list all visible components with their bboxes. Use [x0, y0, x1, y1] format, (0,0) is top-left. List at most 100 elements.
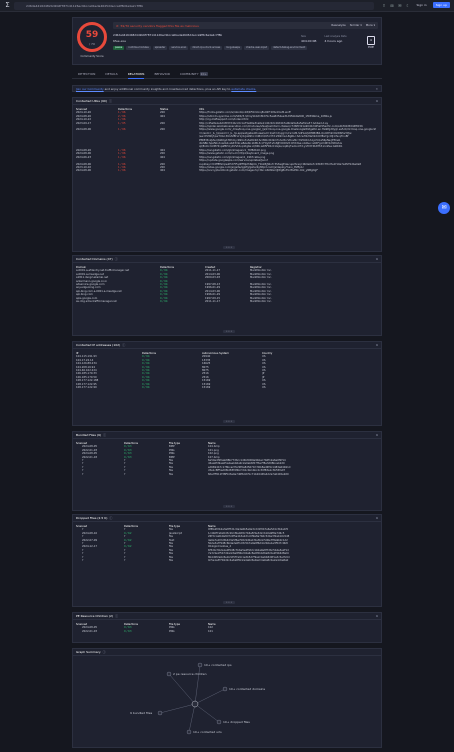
- graph-node-ips[interactable]: [197, 662, 203, 668]
- center-file-node[interactable]: [191, 700, 199, 708]
- load-more-button[interactable]: • • •: [223, 246, 235, 249]
- load-more-button[interactable]: • • •: [223, 420, 235, 423]
- table-row[interactable]: 2022-01-03 0 / 63 PNG 101: [73, 630, 381, 633]
- table-cell: 1 / 96: [118, 169, 126, 173]
- chat-bubble-button[interactable]: ✉: [438, 202, 450, 214]
- alert-icon: ⊘: [116, 23, 119, 28]
- load-more-button[interactable]: • • •: [223, 601, 235, 604]
- chat-icon[interactable]: ✉: [397, 3, 402, 8]
- automate-checks-link[interactable]: automate checks.: [231, 87, 256, 91]
- tag[interactable]: runtime-modules: [126, 46, 151, 50]
- detection-score: 59: [85, 30, 99, 40]
- join-text: and enjoy additional community insights …: [103, 87, 232, 91]
- size-label: Size: [301, 35, 306, 38]
- table-row[interactable]: 2024-08-06 1 / 96 404 https://encrypted-tbn…: [73, 169, 381, 172]
- table-row[interactable]: au.img.sdns.trafficmanager.net 0 / 94 2011…: [73, 300, 381, 303]
- alert-actions: Reanalyze Similar ▾ More ▾: [331, 23, 375, 27]
- table-cell: ?: [124, 559, 126, 563]
- table-cell[interactable]: 8de7ff611f38f5d3e0e7d6f6dd7bc71b26d4fa4d…: [208, 473, 376, 476]
- load-more-button[interactable]: • • •: [223, 330, 235, 333]
- signin-button[interactable]: Sign in: [413, 2, 429, 8]
- contacted-ips-panel: Contacted IP addresses (102) ⓘ ⧉ IP Detecti…: [72, 341, 382, 426]
- signup-button[interactable]: Sign up: [432, 2, 450, 8]
- tag[interactable]: detect-debug-environment: [271, 46, 308, 50]
- file-name: 6fee.exe: [113, 39, 126, 43]
- help-icon[interactable]: ⓘ: [115, 614, 118, 618]
- help-icon[interactable]: ⓘ: [115, 257, 118, 261]
- table-cell: 15169: [202, 386, 211, 390]
- copy-icon[interactable]: ⧉: [376, 613, 378, 620]
- table-cell[interactable]: 101: [208, 630, 376, 633]
- filetype-block: ⚙ EXE: [365, 36, 377, 50]
- table-cell: 2022-01-03: [82, 629, 98, 633]
- graph-node-dropped[interactable]: [216, 719, 222, 725]
- help-icon[interactable]: ⓘ: [103, 650, 106, 654]
- panel-title: Bundled Files (9) ⓘ ⧉: [73, 432, 381, 439]
- grid-icon[interactable]: ⊞: [389, 3, 394, 8]
- panel-title-text: Bundled Files (9): [76, 433, 102, 437]
- tag[interactable]: spreader: [152, 46, 168, 50]
- file-doc-icon: ⚙: [367, 36, 375, 45]
- tab-community-label: COMMUNITY: [179, 71, 199, 76]
- tag[interactable]: direct-cpu-clock-access: [190, 46, 223, 50]
- table-cell: au.img.sdns.trafficmanager.net: [76, 300, 117, 304]
- contacted-urls-panel: Contacted URLs (90) ⓘ ⧉ Scanned Detections S…: [72, 97, 382, 252]
- tag[interactable]: peexe: [113, 46, 125, 50]
- tab-behavior[interactable]: BEHAVIOR: [154, 69, 169, 79]
- tab-bar: DETECTION DETAILS RELATIONS BEHAVIOR COM…: [72, 69, 382, 79]
- table-row[interactable]: ?? file 9c5e1a3f7b9d2c4e6a8f0c2e4a6c8e0a2c…: [73, 559, 381, 562]
- topbar-actions: ⇪ ⊞ ✉ ☾ Sign in Sign up: [381, 2, 450, 8]
- bundled-files-panel: Bundled Files (9) ⓘ ⧉ Scanned Detections Fil…: [72, 431, 382, 511]
- table-cell[interactable]: 9c5e1a3f7b9d2c4e6a8f0c2e4a6c8e0a2c4e6a8c…: [208, 559, 376, 562]
- help-icon[interactable]: ⓘ: [109, 516, 112, 520]
- panel-title-text: Graph Summary: [76, 650, 101, 654]
- graph-node-bundled[interactable]: [157, 710, 163, 716]
- table-cell[interactable]: MarkMonitor Inc.: [250, 300, 376, 303]
- upload-icon[interactable]: ⇪: [381, 3, 386, 8]
- table-row[interactable]: ?? file 8de7ff611f38f5d3e0e7d6f6dd7bc71b26…: [73, 473, 381, 476]
- graph-label-urls: 10+ contacted urls: [193, 730, 222, 734]
- detection-score-ring: 59 / 70: [77, 22, 107, 52]
- copy-icon[interactable]: ⧉: [376, 432, 378, 439]
- size-block: Size 404.00 KB: [301, 35, 316, 43]
- copy-icon[interactable]: ⧉: [376, 98, 378, 105]
- tab-community[interactable]: COMMUNITY 10+: [180, 69, 208, 79]
- graph-node-urls[interactable]: [186, 729, 192, 735]
- join-community-link[interactable]: Join our Community: [76, 87, 104, 91]
- virustotal-logo-icon[interactable]: Σ: [3, 1, 12, 10]
- date-value: 4 hours ago: [324, 39, 343, 43]
- file-header: 59 / 70 Community Score ⊘ 59/70 security…: [72, 17, 382, 65]
- help-icon[interactable]: ⓘ: [109, 99, 112, 103]
- graph-node-pe-children[interactable]: [166, 671, 172, 677]
- copy-icon[interactable]: ⧉: [376, 342, 378, 349]
- copy-icon[interactable]: ⧉: [376, 256, 378, 263]
- tag[interactable]: service-scan: [169, 46, 189, 50]
- close-icon[interactable]: ✕: [376, 86, 378, 92]
- table-cell[interactable]: https://encrypted-tbn0.gstatic.com/image…: [199, 169, 376, 172]
- tab-details[interactable]: DETAILS: [105, 69, 117, 79]
- search-input[interactable]: 2d6da4416d4824d2b6f787141126ec9bcca0beda…: [14, 2, 374, 10]
- file-meta: Size 404.00 KB Last Analysis Date 4 hour…: [301, 35, 347, 43]
- relations-graph[interactable]: 10+ contacted ips 2 pe resource children…: [73, 656, 383, 748]
- help-icon[interactable]: ⓘ: [103, 433, 106, 437]
- tab-detection[interactable]: DETECTION: [78, 69, 95, 79]
- graph-label-pe-children: 2 pe resource children: [173, 672, 207, 676]
- tag[interactable]: checks-user-input: [243, 46, 270, 50]
- reanalyze-button[interactable]: Reanalyze: [331, 23, 345, 27]
- tag[interactable]: long-sleeps: [224, 46, 242, 50]
- tab-relations[interactable]: RELATIONS: [127, 69, 145, 79]
- join-banner: Join our Community and enjoy additional …: [72, 85, 382, 92]
- similar-button[interactable]: Similar ▾: [350, 23, 362, 27]
- copy-icon[interactable]: ⧉: [376, 515, 378, 522]
- help-icon[interactable]: ⓘ: [122, 343, 125, 347]
- table-cell: ?: [82, 472, 84, 476]
- more-button[interactable]: More ▾: [366, 23, 375, 27]
- panel-title-text: Contacted IP addresses (102): [76, 343, 121, 347]
- table-cell[interactable]: US: [262, 386, 376, 389]
- table-cell: file: [169, 472, 173, 476]
- moon-icon[interactable]: ☾: [405, 3, 410, 8]
- graph-node-domains[interactable]: [222, 686, 228, 692]
- table-row[interactable]: 108.177.122.99 0 / 94 15169 US: [73, 386, 381, 389]
- load-more-button[interactable]: • • •: [223, 505, 235, 508]
- panel-title: Graph Summary ⓘ: [73, 649, 381, 656]
